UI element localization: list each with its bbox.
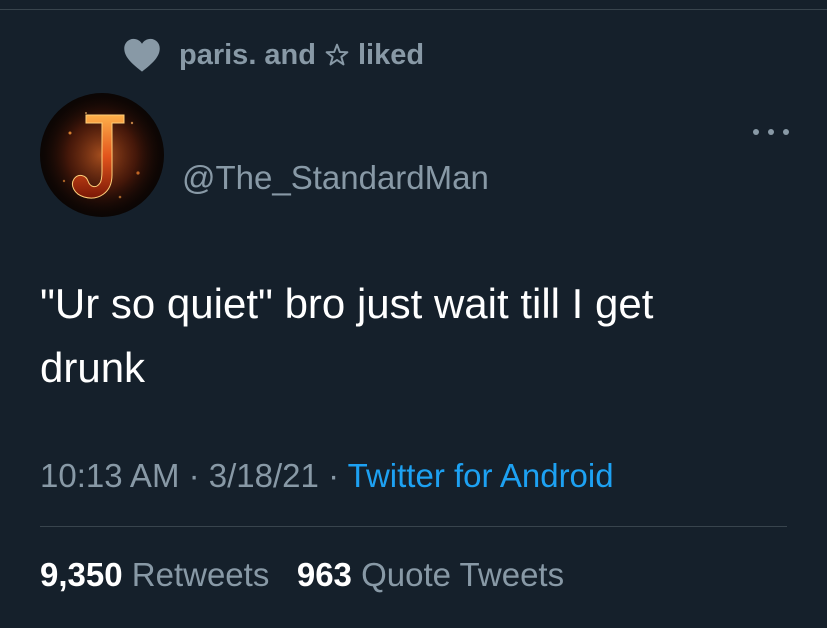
social-context-text-after: liked <box>358 38 425 71</box>
tweet-source-link[interactable]: Twitter for Android <box>348 457 614 494</box>
avatar-image <box>40 93 164 217</box>
more-dot-icon <box>768 129 774 135</box>
more-options-icon[interactable] <box>753 122 789 142</box>
star-icon <box>325 43 349 66</box>
tweet-date[interactable]: 3/18/21 <box>209 457 319 494</box>
quote-tweets-count: 963 <box>296 556 352 593</box>
meta-separator: · <box>328 457 340 494</box>
more-dot-icon <box>783 129 789 135</box>
retweets-count: 9,350 <box>40 556 123 593</box>
quote-tweets-stat[interactable]: 963 Quote Tweets <box>297 556 564 593</box>
heart-icon <box>124 38 160 72</box>
avatar[interactable] <box>40 93 164 217</box>
retweets-label: Retweets <box>131 556 270 593</box>
tweet-text: "Ur so quiet" bro just wait till I get d… <box>40 280 654 391</box>
social-context-text-before: paris. and <box>179 38 316 71</box>
author-handle[interactable]: @The_StandardMan <box>182 158 489 198</box>
top-divider <box>0 9 827 10</box>
tweet-time[interactable]: 10:13 AM <box>40 457 179 494</box>
tweet-meta: 10:13 AM · 3/18/21 · Twitter for Android <box>40 454 614 498</box>
social-context[interactable]: paris. and liked <box>123 36 424 74</box>
tweet-stats: 9,350 Retweets 963 Quote Tweets <box>40 553 564 597</box>
quote-tweets-label: Quote Tweets <box>361 556 565 593</box>
more-dot-icon <box>753 129 759 135</box>
meta-separator: · <box>188 457 200 494</box>
retweets-stat[interactable]: 9,350 Retweets <box>40 556 279 593</box>
stats-divider <box>40 526 787 527</box>
